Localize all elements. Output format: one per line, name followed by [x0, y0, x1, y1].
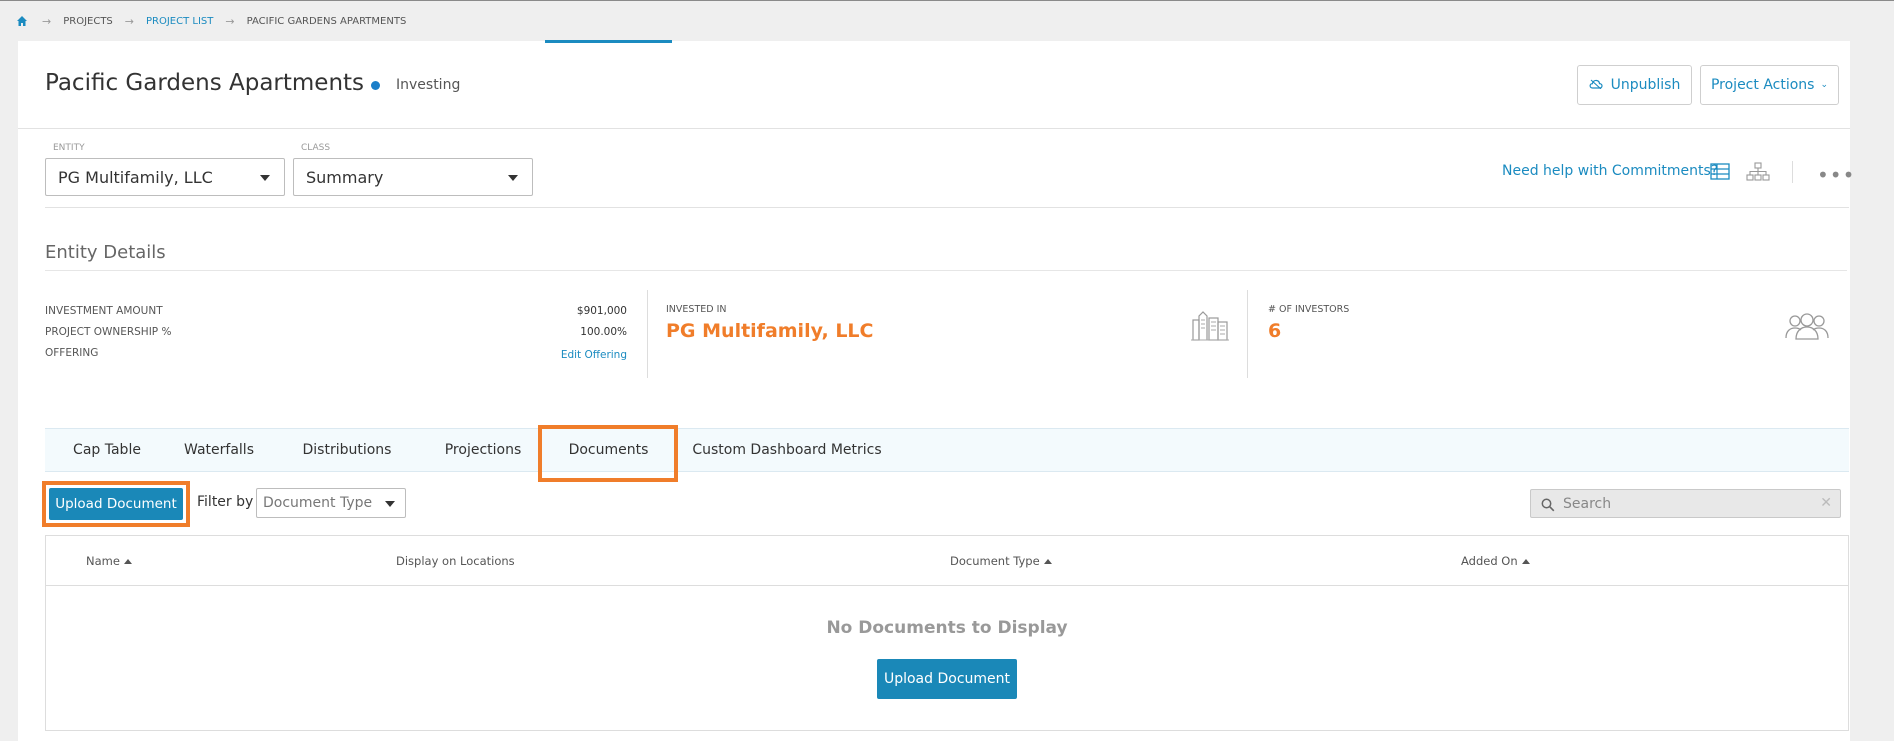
empty-state-upload-button[interactable]: Upload Document: [877, 659, 1017, 699]
column-display-on-locations-label: Display on Locations: [396, 554, 515, 568]
document-type-select[interactable]: Document Type: [256, 488, 406, 518]
entity-details-divider: [45, 270, 1847, 271]
toolbar-divider: [1792, 161, 1793, 183]
class-value: Summary: [306, 167, 384, 187]
home-icon[interactable]: [16, 15, 28, 27]
project-actions-label: Project Actions: [1710, 77, 1815, 93]
caret-down-icon: [508, 175, 518, 181]
unpublish-label: Unpublish: [1610, 77, 1681, 93]
class-label: CLASS: [301, 143, 331, 153]
search-placeholder: Search: [1563, 496, 1612, 512]
breadcrumb-projects[interactable]: PROJECTS: [63, 16, 113, 27]
more-options-icon[interactable]: •••: [1817, 163, 1855, 187]
breadcrumb-project-list[interactable]: PROJECT LIST: [146, 16, 213, 27]
details-divider: [647, 290, 648, 378]
investment-amount-value: $901,000: [576, 305, 627, 317]
breadcrumb-separator-icon: →: [124, 14, 134, 28]
breadcrumb: → PROJECTS → PROJECT LIST → PACIFIC GARD…: [16, 13, 406, 29]
investment-amount-label: INVESTMENT AMOUNT: [45, 305, 163, 317]
column-added-on-label: Added On: [1461, 554, 1518, 568]
caret-down-icon: [260, 175, 270, 181]
column-added-on[interactable]: Added On: [1461, 554, 1530, 568]
sort-asc-icon: [1043, 558, 1052, 564]
details-divider: [1247, 290, 1248, 378]
column-document-type-label: Document Type: [950, 554, 1040, 568]
sort-asc-icon: [1521, 558, 1530, 564]
column-name[interactable]: Name: [86, 554, 132, 568]
tab-waterfalls[interactable]: Waterfalls: [173, 429, 265, 471]
tab-bar: Cap Table Waterfalls Distributions Proje…: [45, 428, 1849, 472]
table-view-icon[interactable]: [1710, 163, 1730, 184]
breadcrumb-current: PACIFIC GARDENS APARTMENTS: [246, 15, 407, 27]
status-badge: Investing: [371, 77, 460, 93]
entity-label: ENTITY: [53, 143, 85, 153]
tab-projections[interactable]: Projections: [437, 429, 529, 471]
entity-select[interactable]: PG Multifamily, LLC: [45, 158, 285, 196]
project-ownership-label: PROJECT OWNERSHIP %: [45, 326, 172, 338]
column-display-on-locations: Display on Locations: [396, 554, 515, 568]
table-header: Name Display on Locations Document Type …: [46, 536, 1848, 586]
offering-label: OFFERING: [45, 347, 99, 359]
breadcrumb-separator-icon: →: [225, 14, 235, 28]
active-tab-indicator: [545, 40, 672, 43]
entity-details-heading: Entity Details: [45, 242, 166, 263]
search-input[interactable]: Search ✕: [1530, 489, 1841, 518]
breadcrumb-separator-icon: →: [42, 14, 52, 28]
buildings-icon: [1191, 306, 1229, 346]
column-document-type[interactable]: Document Type: [950, 554, 1052, 568]
investors-count-value: 6: [1268, 320, 1282, 342]
class-select[interactable]: Summary: [293, 158, 533, 196]
page-title: Pacific Gardens Apartments: [45, 70, 365, 96]
edit-offering-link[interactable]: Edit Offering: [500, 349, 627, 361]
tab-distributions[interactable]: Distributions: [297, 429, 397, 471]
search-icon: [1541, 497, 1555, 516]
filters-divider: [45, 207, 1849, 208]
status-dot-icon: [371, 80, 380, 90]
investors-count-label: # OF INVESTORS: [1268, 304, 1350, 315]
investors-group-icon: [1784, 312, 1830, 344]
cloud-off-icon: [1589, 77, 1603, 93]
chevron-down-icon: ⌄: [1820, 80, 1829, 90]
document-type-placeholder: Document Type: [263, 495, 373, 511]
project-ownership-value: 100.00%: [580, 326, 627, 338]
upload-document-button[interactable]: Upload Document: [49, 488, 183, 520]
org-chart-icon[interactable]: [1746, 162, 1770, 185]
clear-icon[interactable]: ✕: [1820, 495, 1832, 511]
invested-in-value[interactable]: PG Multifamily, LLC: [666, 320, 874, 342]
header-divider: [18, 128, 1850, 129]
sort-asc-icon: [123, 558, 132, 564]
documents-tab-highlight: [538, 425, 678, 482]
empty-state-message: No Documents to Display: [826, 618, 1068, 638]
invested-in-label: INVESTED IN: [666, 304, 727, 315]
documents-table: Name Display on Locations Document Type …: [45, 535, 1849, 731]
unpublish-button[interactable]: Unpublish: [1577, 65, 1692, 105]
entity-value: PG Multifamily, LLC: [58, 167, 213, 187]
filter-by-label: Filter by: [197, 494, 254, 510]
column-name-label: Name: [86, 554, 120, 568]
tab-custom-dashboard-metrics[interactable]: Custom Dashboard Metrics: [687, 429, 887, 471]
top-border: [0, 0, 1894, 1]
project-actions-button[interactable]: Project Actions ⌄: [1700, 65, 1839, 105]
status-text: Investing: [396, 77, 461, 93]
commitments-help-link[interactable]: Need help with Commitments?: [1502, 163, 1718, 179]
caret-down-icon: [385, 501, 395, 507]
tab-cap-table[interactable]: Cap Table: [61, 429, 153, 471]
